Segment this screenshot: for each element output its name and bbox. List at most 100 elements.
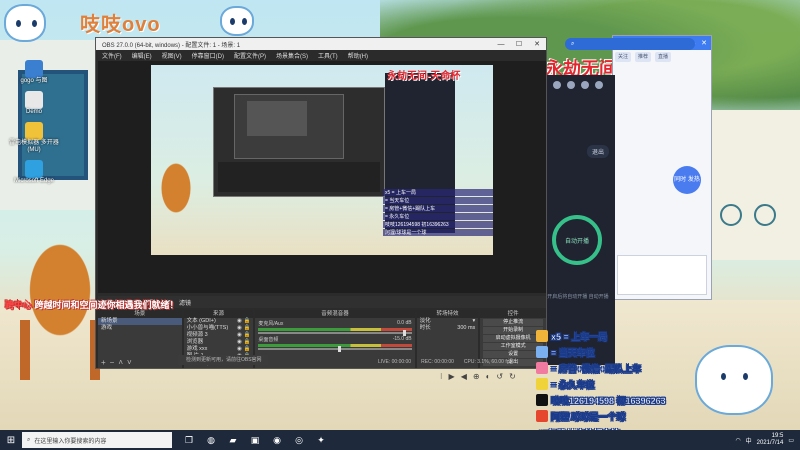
settings-icon[interactable] (566, 81, 575, 89)
visibility-lock-icon[interactable]: ◉ 🔒 (237, 339, 250, 346)
visibility-lock-icon[interactable]: ◉ 🔒 (237, 332, 250, 339)
media-control-icon[interactable]: ◀ (461, 372, 467, 381)
obs-update-notice[interactable]: 检测到更新可用，请前往OBS官网 (178, 355, 268, 365)
notification-icon[interactable]: ▭ (788, 437, 794, 444)
source-item[interactable]: 视频源 3 ◉ 🔒 (184, 332, 254, 339)
obs-control-button[interactable]: 停止推流 (483, 319, 544, 326)
obs-menu-item[interactable]: 场景集合(S) (276, 51, 308, 60)
chat-tab[interactable]: 推荐 (635, 52, 652, 62)
source-label: 视频源 3 (186, 332, 208, 338)
mixer-channel[interactable]: 桌面音频 -15.0 dB (258, 336, 412, 352)
task-view-icon[interactable]: ❐ (182, 433, 196, 447)
desktop-icon[interactable]: Microsoft Edge (4, 160, 64, 185)
channel-name: 麦克风/Aux (258, 321, 284, 327)
taskbar-search[interactable]: ⌕ 在这里输入你要搜索的内容 (22, 432, 172, 448)
obs-icon[interactable]: ◎ (292, 433, 306, 447)
crown-icon (536, 378, 548, 390)
overlay-item-text: = 当天车位 (551, 347, 595, 358)
auto-broadcast-hint: 开启后将自动开播 自动开播 (547, 294, 609, 300)
obs-menu-item[interactable]: 编辑(E) (132, 51, 152, 60)
obs-titlebar[interactable]: OBS 27.0.0 (64-bit, windows) - 配置文件: 1 -… (96, 38, 546, 50)
panel-toolbar (540, 75, 615, 95)
windows-taskbar: ⊞ ⌕ 在这里输入你要搜索的内容 ❐ ◍ ▰ ▣ ◉ ◎ ✦ ◠ 中 19:5 2021/7… (0, 430, 800, 450)
live-companion-panel: 退出 自动开播 开启后将自动开播 自动开播 (540, 75, 615, 365)
scene-item[interactable]: 游戏 (98, 325, 182, 332)
steam-icon[interactable]: ◉ (270, 433, 284, 447)
filters-button[interactable]: 滤镜 (179, 298, 191, 307)
obs-control-button[interactable]: 工作室模式 (483, 343, 544, 350)
exit-button[interactable]: 退出 (586, 145, 609, 158)
visibility-lock-icon[interactable]: ◉ 🔒 (237, 318, 250, 325)
visibility-lock-icon[interactable]: ◉ 🔒 (237, 325, 250, 332)
folder-icon[interactable]: ▰ (226, 433, 240, 447)
chat-tab[interactable]: 直播 (655, 52, 672, 62)
obs-menu-item[interactable]: 视图(V) (162, 51, 182, 60)
obs-control-button[interactable]: 开始录制 (483, 327, 544, 334)
overlay-item: = 当天车位 (536, 344, 706, 360)
chat-tab[interactable]: 关注 (615, 52, 632, 62)
minimize-icon[interactable]: — (492, 38, 510, 50)
close-icon[interactable]: ✕ (528, 38, 546, 50)
edge-icon[interactable]: ◍ (204, 433, 218, 447)
wifi-icon[interactable]: ◠ (735, 437, 740, 444)
media-control-icon[interactable]: ▶ (449, 372, 455, 381)
volume-meter (258, 344, 412, 347)
store-icon[interactable]: ▣ (248, 433, 262, 447)
source-item[interactable]: 小小兽与喵(TTS) ◉ 🔒 (184, 325, 254, 332)
volume-slider[interactable] (258, 346, 412, 352)
obs-status-bar: LIVE: 00:00:00 REC: 00:00:00 CPU: 3.1%, … (98, 357, 546, 367)
app-icon (25, 122, 43, 140)
media-control-icon[interactable]: ↻ (509, 372, 516, 381)
volume-slider[interactable] (258, 330, 412, 336)
source-item[interactable]: 浏览器 ◉ 🔒 (184, 339, 254, 346)
obs-menu-item[interactable]: 帮助(H) (348, 51, 368, 60)
taskbar-clock[interactable]: 19:5 2021/7/14 (757, 433, 784, 447)
search-pill[interactable]: ⌕ (565, 38, 695, 50)
preview-overlay-item: 阿狸/球球是一个球 (383, 229, 493, 236)
visibility-lock-icon[interactable]: ◉ 🔒 (237, 346, 250, 353)
preview-nested-mixer (218, 162, 380, 192)
taskbar-search-placeholder: 在这里输入你要搜索的内容 (34, 438, 107, 445)
maximize-icon[interactable]: ☐ (510, 38, 528, 50)
desktop-icon[interactable]: gogo 与图 (4, 60, 64, 85)
clock-time: 19:5 (771, 433, 784, 439)
obs-menu-item[interactable]: 配置文件(P) (234, 51, 266, 60)
obs-preview-canvas[interactable]: 永劫无间-天命杯 x5 = 上车一局 = 当天车位 = 房管+微信+踢队上车 = 永久… (151, 65, 493, 255)
start-button[interactable]: ⊞ (0, 430, 22, 450)
overlay-item-text: = 永久车位 (551, 379, 595, 390)
menu-icon[interactable] (594, 81, 603, 89)
media-control-icon[interactable]: ⊕ (473, 372, 480, 381)
auto-broadcast-button[interactable]: 自动开播 (552, 215, 602, 265)
obs-control-button[interactable]: 启动虚拟摄像机 (483, 335, 544, 342)
chat-input-area[interactable] (617, 255, 707, 295)
close-icon[interactable]: ✕ (701, 39, 707, 47)
media-control-icon[interactable]: ◐ (486, 372, 491, 381)
desktop-icon[interactable]: Demo (4, 91, 64, 116)
media-control-icon[interactable]: ↺ (496, 372, 503, 381)
obs-preview-area[interactable]: 永劫无间-天命杯 x5 = 上车一局 = 当天车位 = 房管+微信+踢队上车 = 永久… (98, 61, 546, 293)
source-item[interactable]: 游戏 xxx ◉ 🔒 (184, 346, 254, 353)
bell-icon[interactable] (580, 81, 589, 89)
overlay-item-text: 吱吱126194598 初16396263 (551, 395, 666, 406)
overlay-item-text: x5 = 上车一局 (551, 331, 608, 342)
overlay-item: = 房管+微信+踢队上车 (536, 360, 706, 376)
game-icon[interactable]: ✦ (314, 433, 328, 447)
chat-window[interactable]: — ✕ 关注 推荐 直播 同时 发热 (612, 35, 712, 300)
sources-header: 来源 (183, 310, 254, 318)
source-item[interactable]: 文本 (GDI+) ◉ 🔒 (184, 318, 254, 325)
overlay-item: 吱吱126194598 初16396263 (536, 392, 706, 408)
preview-overlay-item: 吱吱126194598 初16396263 (383, 221, 493, 228)
desktop-icon[interactable]: 雷电模拟器 多开器(MU) (4, 122, 64, 154)
obs-menu-item[interactable]: 停靠窗口(D) (192, 51, 224, 60)
transition-select[interactable]: 淡化 ▾ (417, 318, 479, 325)
mixer-channel[interactable]: 麦克风/Aux 0.0 dB (258, 320, 412, 336)
live-timer: LIVE: 00:00:00 (378, 359, 412, 365)
scene-item[interactable]: 新场景 (98, 318, 182, 325)
obs-menu-item[interactable]: 文件(F) (102, 51, 122, 60)
media-control-icon[interactable]: ⁝ (440, 372, 443, 381)
ime-indicator[interactable]: 中 (746, 436, 752, 445)
duration-field[interactable]: 时长 300 ms (417, 325, 479, 332)
chat-badge[interactable]: 同时 发热 (673, 166, 701, 194)
obs-menu-item[interactable]: 工具(T) (318, 51, 338, 60)
camera-icon[interactable] (552, 81, 561, 89)
